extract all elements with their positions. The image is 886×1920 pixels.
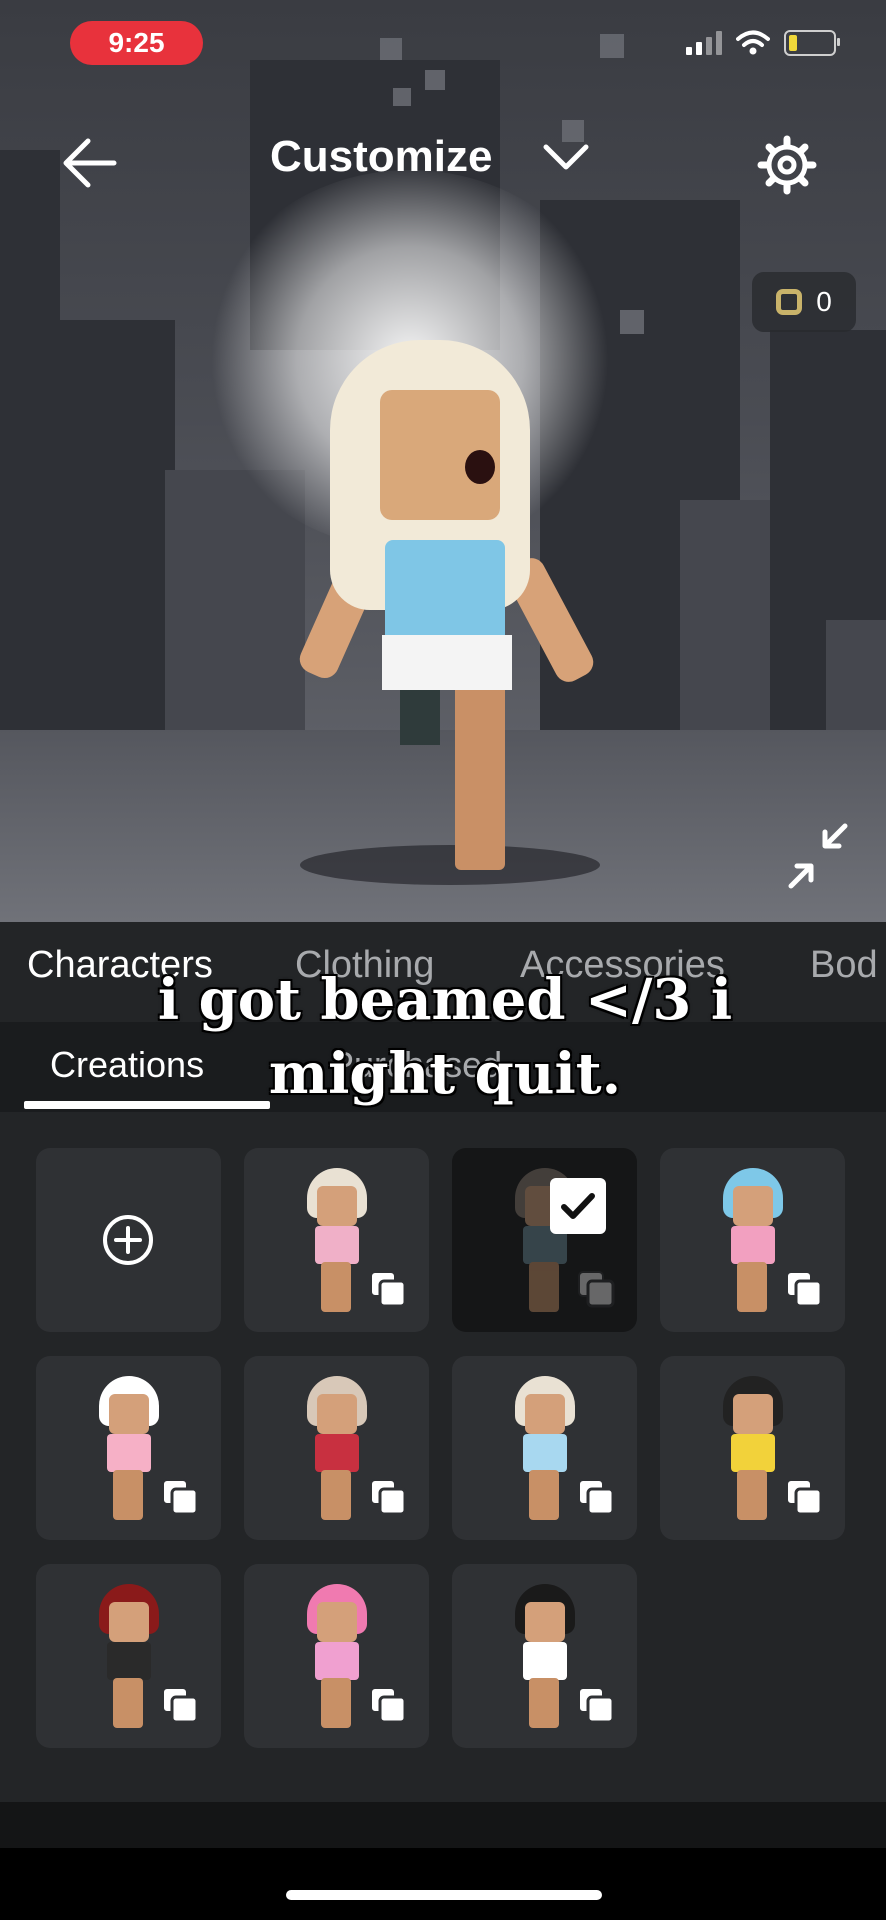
particle-cube (600, 34, 624, 58)
bottom-strip (0, 1802, 886, 1848)
robux-balance[interactable]: 0 (752, 272, 856, 332)
character-thumbnail (507, 1584, 583, 1734)
character-thumbnail (299, 1584, 375, 1734)
particle-cube (620, 310, 644, 334)
copy-icon (370, 1271, 407, 1308)
character-thumbnail (715, 1376, 791, 1526)
copy-icon (578, 1687, 615, 1724)
character-card[interactable] (452, 1564, 637, 1748)
caption-line: might quit. (268, 1041, 622, 1107)
character-thumbnail (299, 1376, 375, 1526)
character-thumbnail (91, 1376, 167, 1526)
status-icons (686, 30, 840, 56)
character-card[interactable] (452, 1148, 637, 1332)
character-thumbnail (91, 1584, 167, 1734)
copy-icon (786, 1479, 823, 1516)
character-card[interactable] (660, 1148, 845, 1332)
video-caption: i got beamed </3 i might quit. (90, 963, 800, 1111)
character-card[interactable] (452, 1356, 637, 1540)
character-thumbnail (715, 1168, 791, 1318)
copy-icon (578, 1479, 615, 1516)
copy-icon (162, 1479, 199, 1516)
copy-icon (786, 1271, 823, 1308)
character-card[interactable] (660, 1356, 845, 1540)
copy-icon (162, 1687, 199, 1724)
collapse-view-icon[interactable] (785, 822, 855, 892)
copy-icon (370, 1687, 407, 1724)
battery-icon (784, 30, 840, 56)
wifi-icon (736, 30, 770, 55)
robux-icon (776, 289, 803, 315)
character-thumbnail (299, 1168, 375, 1318)
copy-icon (578, 1271, 615, 1308)
character-card[interactable] (36, 1356, 221, 1540)
title-dropdown[interactable]: Customize (270, 132, 590, 182)
home-indicator[interactable] (286, 1890, 602, 1900)
robux-amount: 0 (816, 286, 832, 317)
caption-line: i got beamed </3 i (157, 967, 733, 1033)
character-card[interactable] (36, 1564, 221, 1748)
gear-icon[interactable] (757, 135, 817, 195)
character-card[interactable] (244, 1564, 429, 1748)
character-card[interactable] (244, 1356, 429, 1540)
avatar-figure (260, 300, 620, 900)
status-time: 9:25 (70, 21, 203, 65)
back-arrow-icon[interactable] (60, 135, 120, 191)
scene-block (680, 500, 780, 750)
scene-block (0, 320, 175, 750)
character-thumbnail (507, 1376, 583, 1526)
character-card[interactable] (244, 1148, 429, 1332)
particle-cube (393, 88, 411, 106)
page-title: Customize (270, 132, 493, 181)
battery-level (789, 35, 797, 51)
selected-checkmark-icon (550, 1178, 606, 1234)
cellular-signal-icon (686, 31, 722, 55)
particle-cube (425, 70, 445, 90)
character-grid (0, 1112, 886, 1802)
add-character-button[interactable] (36, 1148, 221, 1332)
plus-circle-icon (103, 1215, 153, 1265)
tab-body[interactable]: Bod (810, 944, 878, 987)
copy-icon (370, 1479, 407, 1516)
particle-cube (380, 38, 402, 60)
chevron-down-icon (543, 144, 589, 170)
